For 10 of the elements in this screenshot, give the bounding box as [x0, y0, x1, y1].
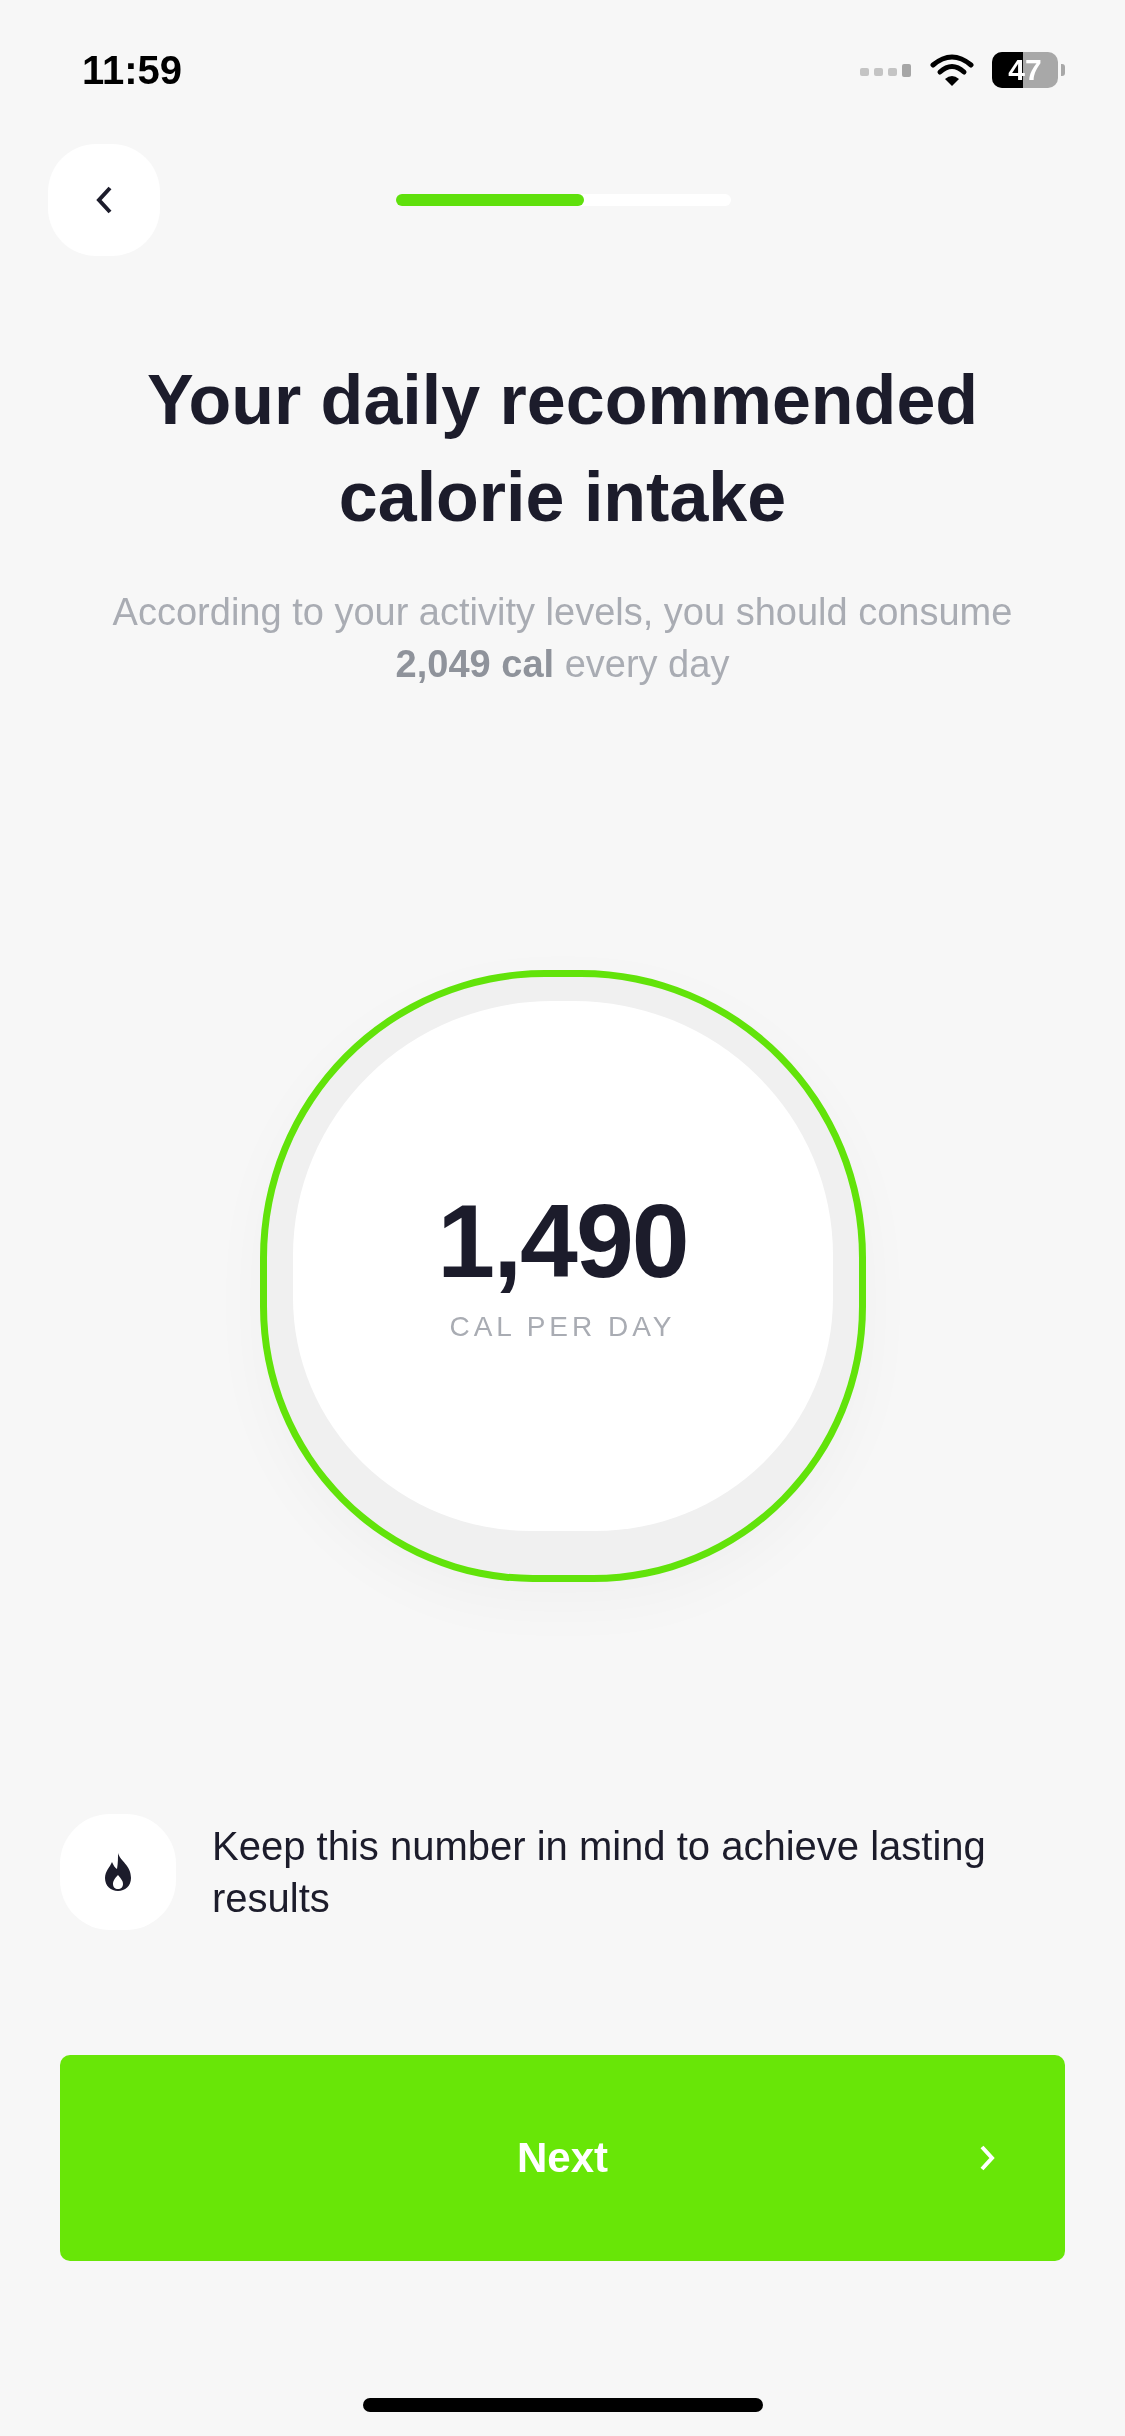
subtitle: According to your activity levels, you should consume 2,049 cal every day [111, 590, 1014, 687]
next-button[interactable]: Next [60, 2055, 1065, 2261]
status-time: 11:59 [82, 47, 183, 93]
wifi-icon [930, 53, 974, 87]
page-title: Your daily recommended calorie intake [145, 360, 980, 538]
chevron-right-icon [979, 2144, 995, 2172]
tip-text: Keep this number in mind to achieve lasting results [212, 1823, 987, 1922]
calorie-unit: CAL PER DAY [449, 1311, 676, 1343]
back-icon [95, 185, 113, 215]
calorie-value: 1,490 [437, 1189, 688, 1293]
